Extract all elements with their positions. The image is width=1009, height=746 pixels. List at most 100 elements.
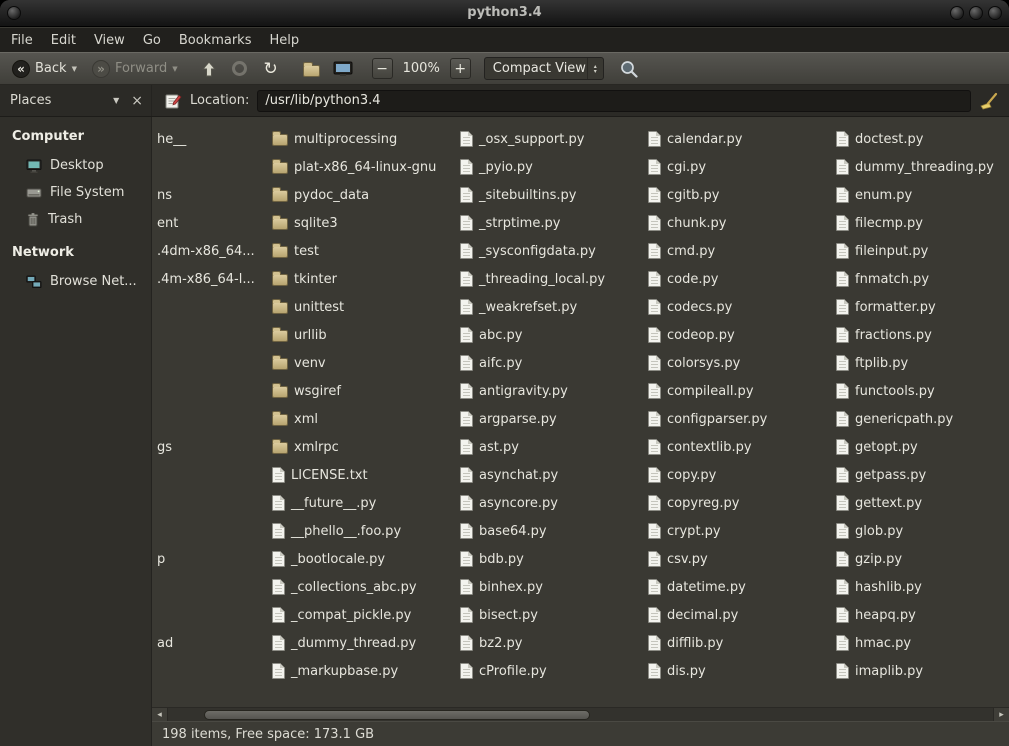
file-item[interactable]: LICENSE.txt [270,461,458,489]
scroll-left-icon[interactable]: ◂ [152,708,168,722]
file-item[interactable]: _sysconfigdata.py [458,237,646,265]
file-item[interactable]: decimal.py [646,601,834,629]
open-terminal-button[interactable] [331,57,355,81]
file-item[interactable]: __phello__.foo.py [270,517,458,545]
file-item[interactable]: bisect.py [458,601,646,629]
file-item[interactable]: configparser.py [646,405,834,433]
file-item[interactable]: fractions.py [834,321,1009,349]
file-item[interactable]: code.py [646,265,834,293]
zoom-in-button[interactable]: + [450,58,471,79]
view-mode-select[interactable]: Compact View ▴ ▾ [484,57,604,80]
file-item[interactable]: cgitb.py [646,181,834,209]
file-item[interactable]: he__ [155,125,186,153]
file-item[interactable]: functools.py [834,377,1009,405]
new-folder-button[interactable] [300,57,324,81]
file-item[interactable]: _compat_pickle.py [270,601,458,629]
up-button[interactable] [197,57,221,81]
search-button[interactable] [617,57,641,81]
file-item[interactable]: codecs.py [646,293,834,321]
places-close-icon[interactable]: × [131,94,143,108]
folder-item[interactable]: plat-x86_64-linux-gnu [270,153,458,181]
file-item[interactable]: getopt.py [834,433,1009,461]
folder-item[interactable]: venv [270,349,458,377]
file-item[interactable]: heapq.py [834,601,1009,629]
file-item[interactable]: datetime.py [646,573,834,601]
file-item[interactable]: hmac.py [834,629,1009,657]
file-item[interactable]: cmd.py [646,237,834,265]
view-mode-spinner-icon[interactable]: ▴ ▾ [587,58,603,79]
folder-item[interactable]: urllib [270,321,458,349]
file-item[interactable]: asynchat.py [458,461,646,489]
file-item[interactable]: ast.py [458,433,646,461]
file-item[interactable]: _dummy_thread.py [270,629,458,657]
back-button[interactable]: « Back ▼ [8,58,81,80]
file-item[interactable]: ftplib.py [834,349,1009,377]
forward-button[interactable]: » Forward ▼ [88,58,182,80]
maximize-button[interactable] [969,6,983,20]
folder-item[interactable]: test [270,237,458,265]
file-item[interactable]: _osx_support.py [458,125,646,153]
file-item[interactable]: _pyio.py [458,153,646,181]
file-item[interactable]: fileinput.py [834,237,1009,265]
file-item[interactable]: difflib.py [646,629,834,657]
file-item[interactable]: _collections_abc.py [270,573,458,601]
file-item[interactable]: asyncore.py [458,489,646,517]
sidebar-item-browse-network[interactable]: Browse Net... [0,268,151,295]
file-item[interactable]: argparse.py [458,405,646,433]
sidebar-item-trash[interactable]: Trash [0,206,151,233]
folder-item[interactable]: xmlrpc [270,433,458,461]
file-item[interactable]: csv.py [646,545,834,573]
file-item[interactable]: crypt.py [646,517,834,545]
back-dropdown-icon[interactable]: ▼ [72,65,77,73]
file-item[interactable]: bz2.py [458,629,646,657]
horizontal-scrollbar[interactable]: ◂ ▸ [152,707,1009,721]
minimize-button[interactable] [950,6,964,20]
file-item[interactable]: gs [155,433,172,461]
file-item[interactable]: _weakrefset.py [458,293,646,321]
file-item[interactable]: .4dm-x86_64... [155,237,255,265]
file-item[interactable]: _sitebuiltins.py [458,181,646,209]
file-item[interactable]: _markupbase.py [270,657,458,685]
file-item[interactable]: colorsys.py [646,349,834,377]
zoom-out-button[interactable]: − [372,58,393,79]
file-item[interactable]: _threading_local.py [458,265,646,293]
file-item[interactable]: aifc.py [458,349,646,377]
scroll-right-icon[interactable]: ▸ [993,708,1009,722]
clear-location-button[interactable] [979,92,999,110]
file-item[interactable]: p [155,545,165,573]
menu-go[interactable]: Go [134,30,170,51]
file-item[interactable]: ent [155,209,178,237]
folder-item[interactable]: xml [270,405,458,433]
file-item[interactable]: __future__.py [270,489,458,517]
folder-item[interactable]: wsgiref [270,377,458,405]
file-item[interactable]: chunk.py [646,209,834,237]
file-item[interactable]: copy.py [646,461,834,489]
file-item[interactable]: .4m-x86_64-l... [155,265,255,293]
file-item[interactable]: abc.py [458,321,646,349]
location-input[interactable] [257,90,971,112]
menu-file[interactable]: File [2,30,42,51]
file-item[interactable]: getpass.py [834,461,1009,489]
folder-item[interactable]: pydoc_data [270,181,458,209]
menu-edit[interactable]: Edit [42,30,85,51]
file-item[interactable]: dis.py [646,657,834,685]
folder-item[interactable]: unittest [270,293,458,321]
file-item[interactable]: calendar.py [646,125,834,153]
folder-item[interactable]: tkinter [270,265,458,293]
file-item[interactable]: copyreg.py [646,489,834,517]
folder-item[interactable]: multiprocessing [270,125,458,153]
file-item[interactable]: cgi.py [646,153,834,181]
file-item[interactable]: cProfile.py [458,657,646,685]
menu-bookmarks[interactable]: Bookmarks [170,30,261,51]
file-item[interactable]: compileall.py [646,377,834,405]
file-item[interactable]: gettext.py [834,489,1009,517]
sidebar-item-desktop[interactable]: Desktop [0,152,151,179]
file-item[interactable]: contextlib.py [646,433,834,461]
refresh-button[interactable]: ↻ [259,57,283,81]
file-item[interactable]: codeop.py [646,321,834,349]
file-item[interactable]: hashlib.py [834,573,1009,601]
sidebar-item-file-system[interactable]: File System [0,179,151,206]
file-item[interactable]: ns [155,181,172,209]
menu-view[interactable]: View [85,30,134,51]
file-item[interactable]: _strptime.py [458,209,646,237]
